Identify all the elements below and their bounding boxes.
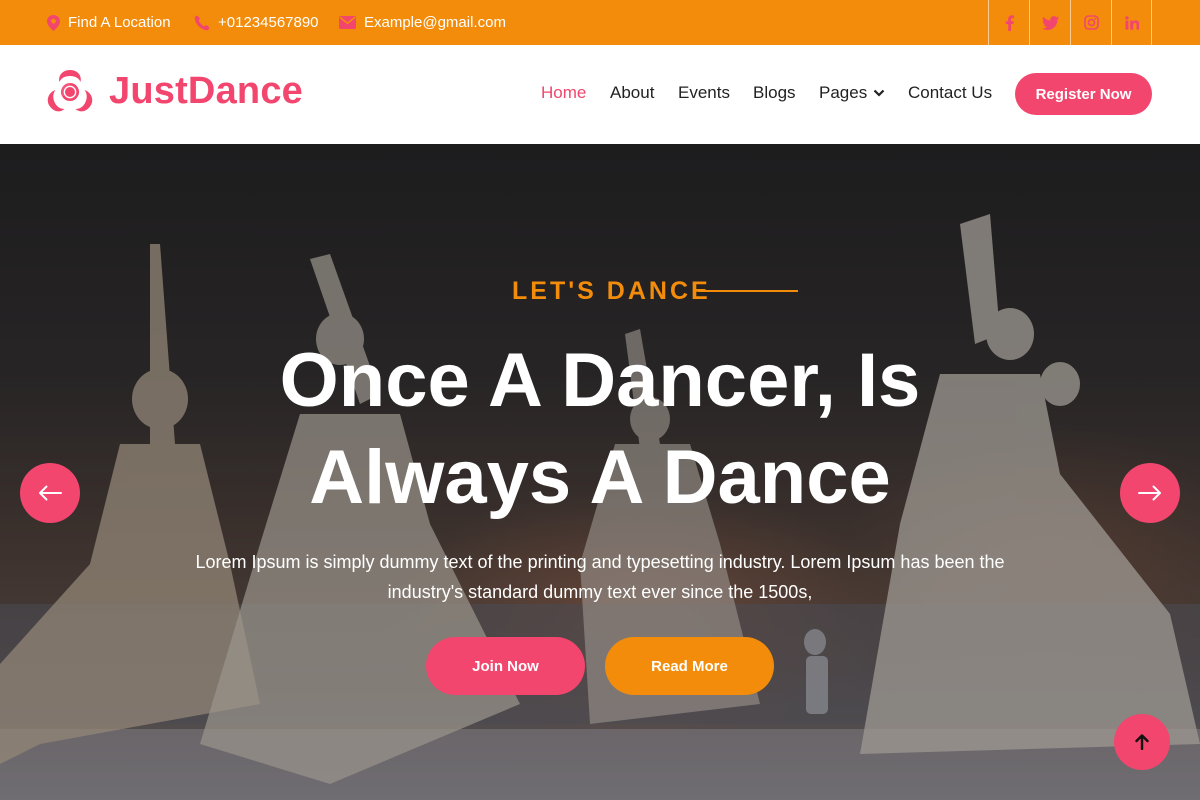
arrow-up-icon	[1135, 734, 1149, 750]
phone-text: +01234567890	[218, 14, 319, 31]
brand-logo-link[interactable]: JustDance	[47, 69, 303, 113]
location-link[interactable]: Find A Location	[47, 0, 171, 45]
email-text: Example@gmail.com	[364, 14, 506, 31]
slider-next-button[interactable]	[1120, 463, 1180, 523]
kicker-divider	[698, 290, 798, 292]
nav-pages-dropdown[interactable]: Pages	[819, 83, 885, 103]
facebook-icon	[1005, 14, 1014, 31]
hero-kicker: LET'S DANCE	[512, 277, 711, 305]
biohazard-icon	[47, 70, 93, 112]
hero-description-line-1: Lorem Ipsum is simply dummy text of the …	[195, 552, 1005, 572]
read-more-button[interactable]: Read More	[605, 637, 774, 695]
top-bar: Find A Location +01234567890 Example@gma…	[0, 0, 1200, 45]
phone-icon	[194, 15, 210, 30]
social-links	[988, 0, 1152, 45]
chevron-down-icon	[873, 89, 885, 97]
nav-pages-label: Pages	[819, 83, 868, 102]
scroll-to-top-button[interactable]	[1114, 714, 1170, 770]
hero-headline: Once A Dancer, Is Always A Dance	[150, 332, 1050, 526]
linkedin-link[interactable]	[1111, 0, 1152, 45]
instagram-link[interactable]	[1070, 0, 1111, 45]
twitter-icon	[1041, 15, 1059, 30]
instagram-icon	[1083, 15, 1099, 30]
map-pin-icon	[47, 14, 60, 31]
slider-prev-button[interactable]	[20, 463, 80, 523]
hero-headline-line-1: Once A Dancer, Is	[279, 338, 921, 423]
register-now-button[interactable]: Register Now	[1015, 73, 1152, 115]
arrow-right-icon	[1138, 485, 1161, 501]
brand-name: JustDance	[109, 69, 303, 112]
hero-slider: LET'S DANCE Once A Dancer, Is Always A D…	[0, 144, 1200, 800]
arrow-left-icon	[39, 485, 62, 501]
nav-about[interactable]: About	[610, 83, 654, 103]
nav-home[interactable]: Home	[541, 83, 586, 103]
facebook-link[interactable]	[988, 0, 1029, 45]
nav-blogs[interactable]: Blogs	[753, 83, 796, 103]
hero-description: Lorem Ipsum is simply dummy text of the …	[170, 547, 1030, 607]
hero-headline-line-2: Always A Dance	[309, 435, 891, 520]
nav-events[interactable]: Events	[678, 83, 730, 103]
join-now-button[interactable]: Join Now	[426, 637, 585, 695]
nav-contact[interactable]: Contact Us	[908, 83, 992, 103]
site-header: JustDance Home About Events Blogs Pages …	[0, 45, 1200, 144]
hero-description-line-2: industry's standard dummy text ever sinc…	[387, 582, 813, 602]
phone-link[interactable]: +01234567890	[194, 0, 319, 45]
email-link[interactable]: Example@gmail.com	[339, 0, 506, 45]
location-text: Find A Location	[68, 14, 171, 31]
twitter-link[interactable]	[1029, 0, 1070, 45]
linkedin-icon	[1124, 15, 1139, 30]
envelope-icon	[339, 16, 356, 29]
